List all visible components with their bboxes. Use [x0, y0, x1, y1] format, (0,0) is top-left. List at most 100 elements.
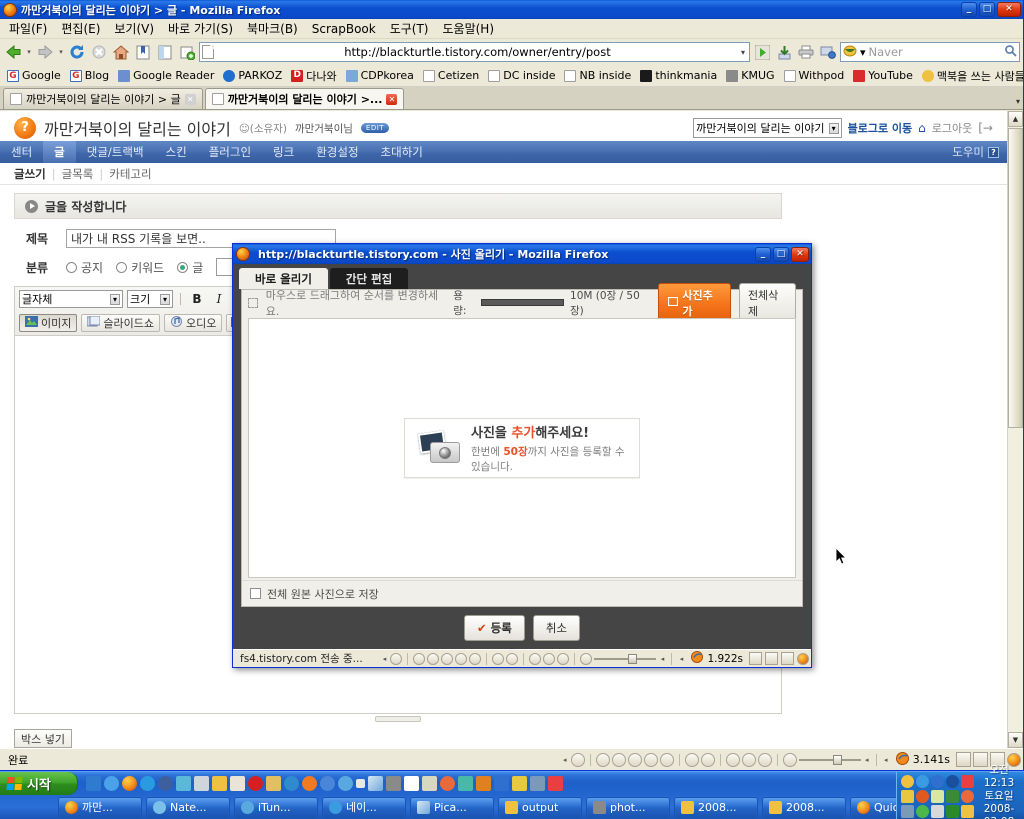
orange-shortcut-icon[interactable]	[302, 776, 317, 791]
logout-icon[interactable]: [→	[978, 121, 993, 135]
media-pause-icon[interactable]	[627, 752, 642, 767]
media-expand-icon[interactable]: ◂	[658, 655, 666, 663]
tray-clock-icon[interactable]	[901, 774, 914, 788]
media-volume-icon[interactable]	[580, 652, 593, 665]
forward-dropdown-icon[interactable]: ▾	[57, 48, 65, 56]
save-original-row[interactable]: 전체 원본 사진으로 저장	[242, 580, 802, 606]
page-vertical-scrollbar[interactable]: ▲ ▼	[1007, 111, 1023, 748]
print-icon[interactable]	[796, 42, 816, 62]
menu-help[interactable]: 도움말(H)	[436, 18, 502, 39]
bookmark-cetizen[interactable]: Cetizen	[419, 67, 483, 84]
tray-antivirus-icon[interactable]	[946, 774, 959, 788]
chevron-down-icon[interactable]: ▾	[109, 293, 120, 305]
firefox-addon-status-icon[interactable]	[797, 652, 809, 665]
maximize-button[interactable]: □	[979, 2, 995, 17]
delete-all-button[interactable]: 전체삭제	[738, 282, 796, 323]
media-shuffle-icon[interactable]	[684, 752, 699, 767]
blue-shortcut-icon[interactable]	[494, 776, 509, 791]
bold-button[interactable]: B	[188, 290, 206, 308]
doc-shortcut-icon[interactable]	[476, 776, 491, 791]
minimize-button[interactable]: _	[961, 2, 977, 17]
close-button[interactable]: ✕	[997, 2, 1021, 17]
insert-image-button[interactable]: 이미지	[19, 314, 78, 332]
sync-shortcut-icon[interactable]	[284, 776, 299, 791]
tab-close-icon[interactable]: ✕	[184, 93, 196, 105]
go-icon[interactable]	[752, 42, 772, 62]
media-menu-icon[interactable]: ◂	[677, 655, 685, 663]
mail-shortcut-icon[interactable]	[266, 776, 281, 791]
home-icon[interactable]	[111, 42, 131, 62]
insert-slideshow-button[interactable]: 슬라이드쇼	[81, 314, 160, 332]
insert-box-button[interactable]: 박스 넣기	[14, 729, 72, 748]
editor-resize-grip[interactable]	[375, 716, 421, 722]
tray-dict-icon[interactable]	[901, 789, 914, 803]
bookmark-parkoz[interactable]: PARKOZ	[219, 67, 286, 84]
add-photo-button[interactable]: 사진추가	[658, 282, 731, 323]
contacts-shortcut-icon[interactable]	[458, 776, 473, 791]
sidebar-status-icon[interactable]	[765, 652, 778, 665]
media-note-icon[interactable]	[570, 752, 585, 767]
taskbar-item-5[interactable]: output	[498, 796, 582, 818]
scroll-up-arrow-icon[interactable]: ▲	[1008, 111, 1023, 127]
media-shortcut-icon[interactable]	[194, 776, 209, 791]
taskbar-item-4[interactable]: Pica...	[410, 796, 494, 818]
save-original-checkbox[interactable]	[250, 588, 261, 599]
network-shortcut-icon[interactable]	[158, 776, 173, 791]
edit-badge[interactable]: EDIT	[360, 123, 390, 133]
shield-status-icon[interactable]	[781, 652, 794, 665]
url-dropdown-icon[interactable]: ▾	[741, 48, 747, 57]
taskbar-item-1[interactable]: Nate...	[146, 796, 230, 818]
tray-chart-icon[interactable]	[931, 804, 944, 818]
nav-item-skin[interactable]: 스킨	[155, 141, 198, 163]
text-shortcut-icon[interactable]	[512, 776, 527, 791]
search-engine-dropdown-icon[interactable]: ▾	[860, 46, 866, 59]
media-note-icon[interactable]	[390, 652, 403, 665]
media-next-icon[interactable]	[469, 652, 482, 665]
helper-link[interactable]: 도우미 ?	[952, 141, 1007, 163]
volume-slider-knob[interactable]	[628, 653, 638, 664]
home-icon[interactable]: ⌂	[918, 121, 926, 135]
tray-folder-icon[interactable]	[931, 789, 944, 803]
logout-link[interactable]: 로그아웃	[932, 120, 972, 136]
radio-keyword[interactable]: 키워드	[116, 259, 164, 276]
subnav-item-category[interactable]: 카테고리	[109, 166, 151, 182]
nav-item-comments[interactable]: 댓글/트랙백	[76, 141, 155, 163]
volume-slider[interactable]	[594, 653, 657, 664]
nav-item-posts[interactable]: 글	[43, 141, 76, 163]
url-text[interactable]: http://blackturtle.tistory.com/owner/ent…	[217, 45, 738, 59]
italic-button[interactable]: I	[210, 290, 228, 308]
browser-shortcut-icon[interactable]	[338, 776, 353, 791]
media-up-icon[interactable]	[543, 652, 556, 665]
bookmark-cdpkorea[interactable]: CDPkorea	[342, 67, 418, 84]
radio-notice[interactable]: 공지	[66, 259, 103, 276]
bookmark-kmug[interactable]: KMUG	[722, 67, 778, 84]
firefox-shortcut-icon[interactable]	[122, 776, 137, 791]
paint-shortcut-icon[interactable]	[440, 776, 455, 791]
picasa-shortcut-icon[interactable]	[368, 776, 383, 791]
insert-audio-button[interactable]: 오디오	[163, 314, 223, 332]
folder-shortcut-icon[interactable]	[212, 776, 227, 791]
scroll-down-arrow-icon[interactable]: ▼	[1008, 732, 1023, 748]
media-expand-icon[interactable]: ◂	[863, 756, 871, 764]
scrapbook-capture-icon[interactable]	[177, 42, 197, 62]
tab-close-icon[interactable]: ✕	[386, 93, 398, 105]
bookmark-macbook-users[interactable]: 맥북을 쓰는 사람들 ::...	[918, 66, 1023, 86]
bookmark-dc-inside[interactable]: DC inside	[484, 67, 559, 84]
scrollbar-thumb[interactable]	[1008, 128, 1023, 428]
tab-0[interactable]: 까만거북이의 달리는 이야기 > 글 ✕	[3, 88, 203, 109]
media-pause-icon[interactable]	[441, 652, 454, 665]
search-bar[interactable]: ▾ Naver	[840, 42, 1020, 62]
tray-sync-icon[interactable]	[916, 774, 929, 788]
taskbar-clock[interactable]: 오전 12:13 토요일 2008-03-08	[978, 764, 1020, 819]
menu-file[interactable]: 파일(F)	[2, 18, 54, 39]
download-shortcut-icon[interactable]	[548, 776, 563, 791]
taskbar-item-6[interactable]: phot...	[586, 796, 670, 818]
chevron-down-icon[interactable]: ▾	[159, 293, 170, 305]
menu-edit[interactable]: 편집(E)	[54, 18, 107, 39]
popup-close-button[interactable]: ✕	[791, 246, 809, 262]
url-bar[interactable]: http://blackturtle.tistory.com/owner/ent…	[199, 42, 750, 62]
tray-network-icon[interactable]	[901, 804, 914, 818]
nav-item-center[interactable]: 센터	[0, 141, 43, 163]
media-collapse-icon[interactable]: ◂	[380, 655, 388, 663]
tray-bird-icon[interactable]	[961, 804, 974, 818]
